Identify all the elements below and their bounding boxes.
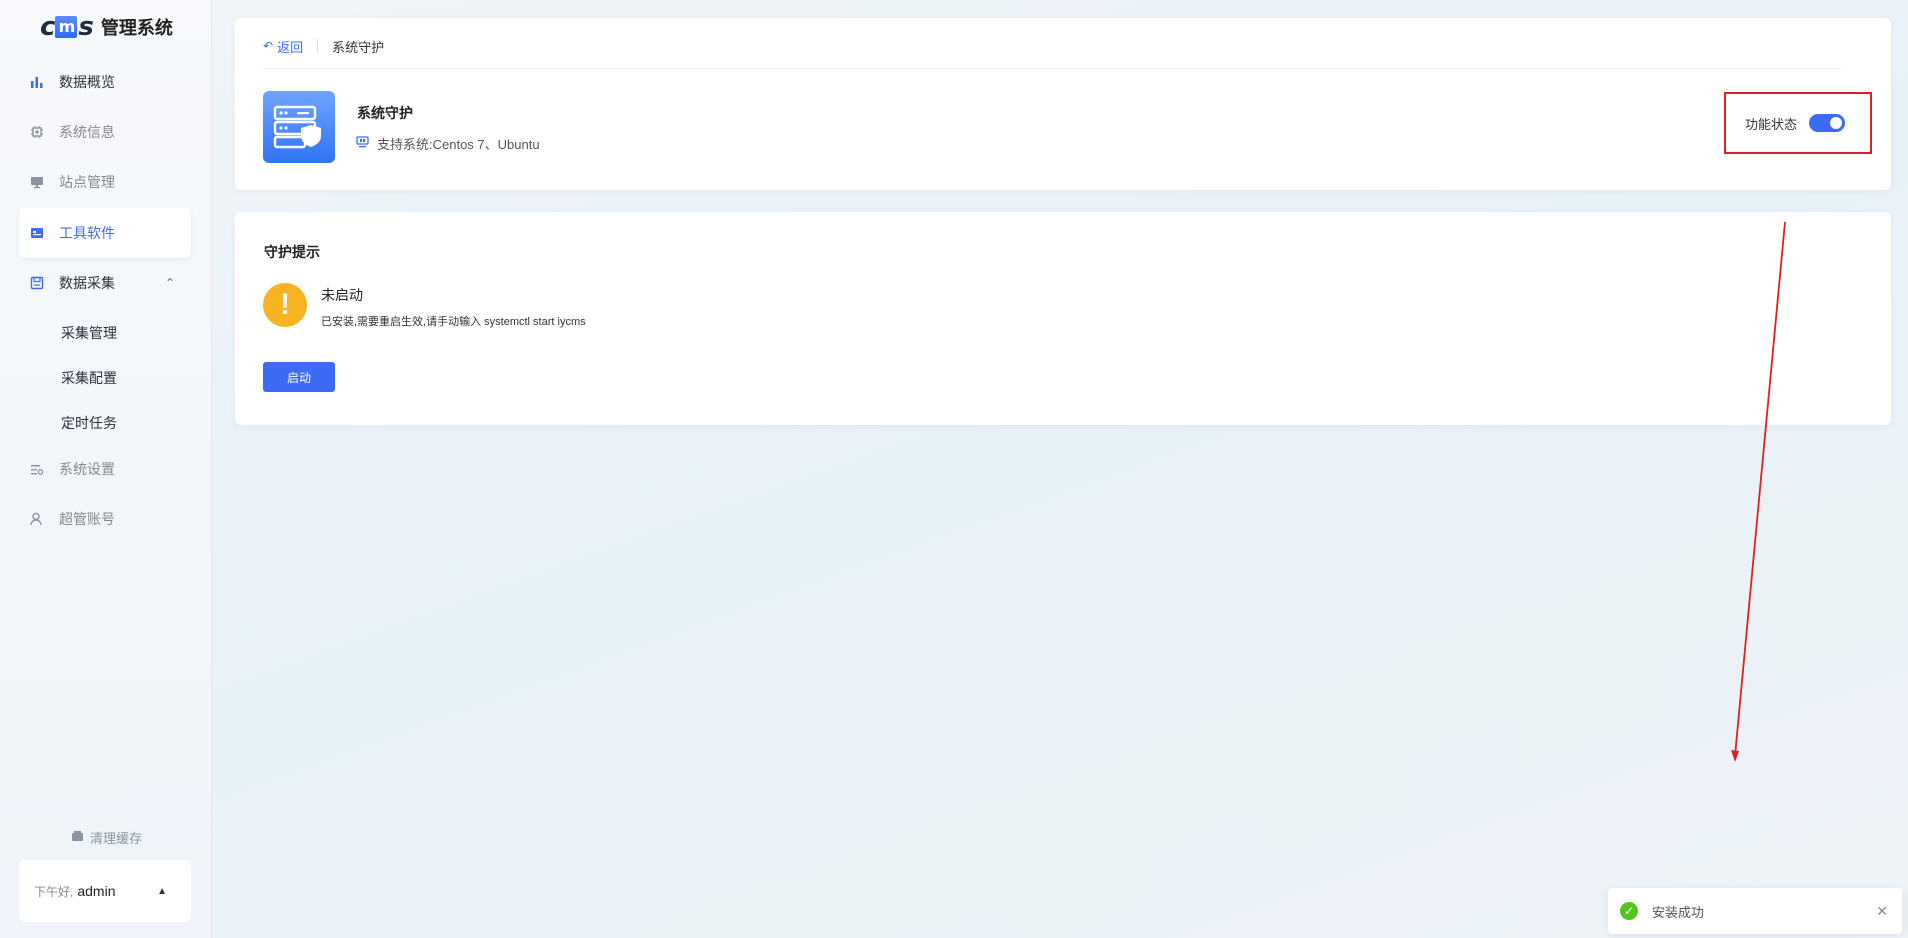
trash-bin-icon	[71, 830, 84, 845]
supported-systems: 支持系统:Centos 7、Ubuntu	[356, 134, 540, 153]
breadcrumb: ↶ 返回 系统守护	[263, 36, 384, 56]
back-arrow-icon: ↶	[263, 39, 274, 53]
settings-sliders-icon	[29, 461, 45, 477]
sidebar-item-data-collection[interactable]: 数据采集 ⌃	[19, 258, 191, 308]
toggle-knob	[1830, 117, 1843, 129]
toolbox-icon	[29, 225, 45, 241]
sidebar-item-label: 工具软件	[59, 225, 115, 241]
logo-title: 管理系统	[100, 18, 173, 38]
sidebar-item-label: 数据采集	[59, 275, 115, 291]
sidebar-item-label: 超管账号	[59, 511, 115, 527]
monitor-icon	[29, 174, 45, 190]
clear-cache-button[interactable]: 清理缓存	[71, 828, 142, 847]
sidebar-subitem-collection-management[interactable]: 采集管理	[61, 323, 117, 343]
close-icon[interactable]: ✕	[1876, 903, 1888, 920]
plugin-name: 系统守护	[357, 105, 413, 121]
caret-up-icon: ▲	[157, 885, 167, 897]
status-highlight-box: 功能状态	[1724, 92, 1872, 154]
save-icon	[29, 275, 45, 291]
back-button[interactable]: ↶ 返回	[263, 37, 303, 56]
plugin-card: ↶ 返回 系统守护 系统守护 支持系统:Centos 7、Ubuntu 功能状态	[235, 18, 1891, 190]
breadcrumb-current: 系统守护	[332, 39, 385, 55]
guard-description: 已安装,需要重启生效,请手动输入 systemctl start iycms	[321, 316, 586, 328]
sidebar-subitem-collection-config[interactable]: 采集配置	[61, 368, 117, 388]
success-toast: ✓ 安装成功 ✕	[1608, 888, 1902, 934]
sidebar-item-super-admin[interactable]: 超管账号	[19, 494, 191, 544]
start-button[interactable]: 启动	[263, 362, 335, 392]
breadcrumb-divider	[317, 39, 319, 53]
sidebar-item-label: 系统设置	[59, 461, 115, 477]
user-menu[interactable]: 下午好, admin ▲	[19, 860, 191, 922]
logo: cms 管理系统	[40, 12, 173, 42]
divider	[263, 68, 1841, 69]
bar-chart-icon	[29, 74, 45, 90]
back-label: 返回	[277, 39, 304, 55]
toast-message: 安装成功	[1652, 904, 1705, 920]
sidebar-item-system-info[interactable]: 系统信息	[19, 107, 191, 157]
sidebar-item-label: 站点管理	[59, 174, 115, 190]
username: admin	[77, 883, 116, 899]
sidebar-item-system-settings[interactable]: 系统设置	[19, 444, 191, 494]
status-label: 功能状态	[1745, 116, 1798, 132]
sidebar-item-tools[interactable]: 工具软件	[19, 208, 191, 258]
sidebar: cms 管理系统 数据概览 系统信息 站点管理 工具软件 数据采集 ⌃ 采集管理…	[0, 0, 212, 938]
clear-cache-label: 清理缓存	[90, 831, 143, 846]
success-check-icon: ✓	[1620, 902, 1638, 920]
sidebar-item-site-management[interactable]: 站点管理	[19, 157, 191, 207]
os-monitor-icon	[356, 136, 369, 151]
guard-state: 未启动	[321, 287, 363, 303]
chevron-up-icon: ⌃	[164, 276, 175, 290]
sidebar-item-data-overview[interactable]: 数据概览	[19, 57, 191, 107]
feature-status-toggle[interactable]	[1809, 114, 1846, 132]
warning-icon: !	[263, 283, 307, 327]
logo-mark: cms	[40, 12, 94, 42]
user-icon	[29, 511, 45, 527]
greeting: 下午好,	[34, 884, 74, 899]
supported-systems-text: 支持系统:Centos 7、Ubuntu	[377, 137, 540, 152]
sidebar-item-label: 系统信息	[59, 124, 115, 140]
server-shield-icon	[263, 91, 335, 163]
sidebar-subitem-scheduled-tasks[interactable]: 定时任务	[61, 413, 117, 433]
guard-tips-card: 守护提示 ! 未启动 已安装,需要重启生效,请手动输入 systemctl st…	[235, 212, 1891, 425]
section-title: 守护提示	[264, 244, 320, 260]
sidebar-item-label: 数据概览	[59, 74, 115, 90]
chip-icon	[29, 124, 45, 140]
